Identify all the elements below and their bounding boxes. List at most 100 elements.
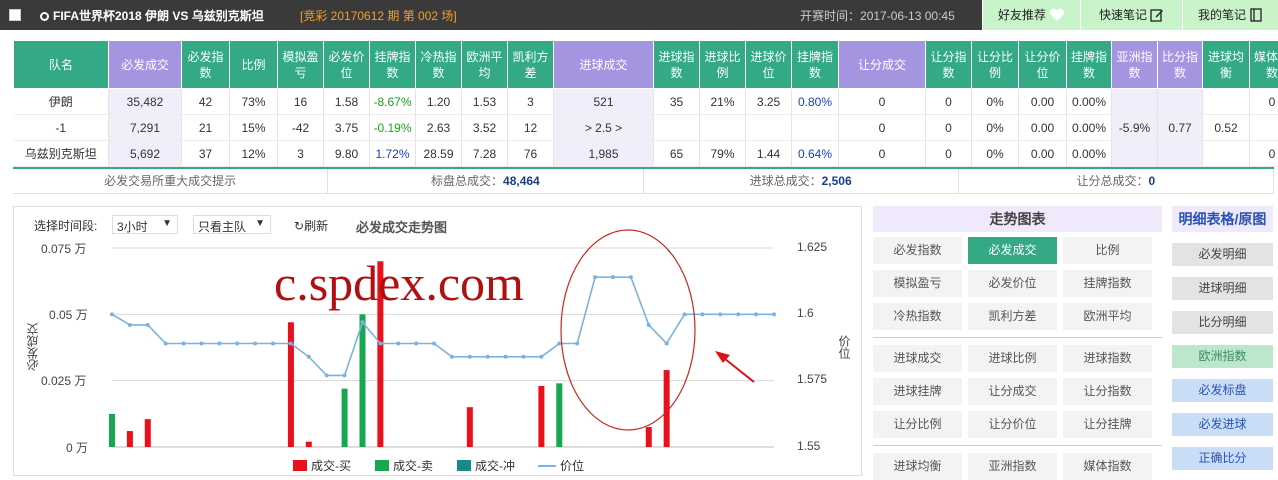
my-notes-button[interactable]: 我的笔记 [1182, 0, 1278, 30]
trend-option-button[interactable]: 模拟盈亏 [873, 270, 962, 297]
table-cell: 521 [554, 89, 654, 115]
table-cell: 0 [839, 89, 926, 115]
detail-link-button[interactable]: 进球明细 [1172, 277, 1273, 300]
table-cell [1203, 141, 1250, 167]
legend-sell-label: 成交-卖 [393, 459, 433, 473]
price-point [432, 342, 436, 346]
odds-table: 队名必发成交必发指数比例模拟盈亏必发价位挂牌指数冷热指数欧洲平均凯利方差进球成交… [13, 40, 1278, 167]
lottery-info: [竞彩 20170612 期 第 002 场] [300, 7, 457, 24]
trend-option-button[interactable]: 让分成交 [968, 378, 1057, 405]
column-header[interactable]: 凯利方差 [508, 41, 554, 89]
trend-option-button[interactable]: 欧洲平均 [1063, 303, 1152, 330]
detail-link-button[interactable]: 必发明细 [1172, 243, 1273, 266]
friend-recommend-button[interactable]: 好友推荐 [982, 0, 1080, 30]
table-cell: 3 [508, 89, 554, 115]
trend-option-button[interactable]: 让分指数 [1063, 378, 1152, 405]
detail-link-button[interactable]: 必发标盘 [1172, 379, 1273, 402]
detail-link-button[interactable]: 必发进球 [1172, 413, 1273, 436]
column-header[interactable]: 进球价位 [746, 41, 792, 89]
column-header[interactable]: 必发价位 [324, 41, 370, 89]
watermark: c.spdex.com [274, 254, 524, 312]
column-header[interactable]: 冷热指数 [416, 41, 462, 89]
column-header[interactable]: 进球指数 [654, 41, 700, 89]
column-header[interactable]: 必发成交 [109, 41, 182, 89]
kickoff: 开赛时间：2017-06-13 00:45 [800, 7, 955, 24]
column-header[interactable]: 进球均衡 [1203, 41, 1250, 89]
table-body: 伊朗35,4824273%161.58-8.67%1.201.533521352… [14, 89, 1278, 167]
trend-option-button[interactable]: 进球挂牌 [873, 378, 962, 405]
trend-option-button[interactable]: 比例 [1063, 237, 1152, 264]
table-cell [1203, 89, 1250, 115]
detail-link-button[interactable]: 正确比分 [1172, 447, 1273, 470]
table-cell: -8.67% [370, 89, 416, 115]
column-header[interactable]: 挂牌指数 [370, 41, 416, 89]
trend-option-button[interactable]: 进球比例 [968, 345, 1057, 372]
column-header[interactable]: 媒体指数 [1250, 41, 1278, 89]
trend-option-button[interactable]: 必发价位 [968, 270, 1057, 297]
trend-option-button[interactable]: 挂牌指数 [1063, 270, 1152, 297]
bar-buy [467, 407, 473, 447]
legend-hedge[interactable]: 成交-冲 [457, 457, 515, 474]
trend-option-button[interactable]: 让分价位 [968, 411, 1057, 438]
trend-option-button[interactable]: 进球指数 [1063, 345, 1152, 372]
trend-option-button[interactable]: 凯利方差 [968, 303, 1057, 330]
trend-option-button[interactable]: 冷热指数 [873, 303, 962, 330]
table-cell: 28.59 [416, 141, 462, 167]
summary-goal: 进球总成交：2,506 [644, 169, 959, 193]
column-header[interactable]: 队名 [14, 41, 109, 89]
trend-panel: 走势图表 必发指数必发成交比例模拟盈亏必发价位挂牌指数冷热指数凯利方差欧洲平均 … [873, 206, 1162, 480]
table-cell: 0.00% [1067, 89, 1112, 115]
legend-sell[interactable]: 成交-卖 [375, 457, 433, 474]
trend-option-button[interactable]: 必发成交 [968, 237, 1057, 264]
price-point [772, 312, 776, 316]
column-header[interactable]: 让分成交 [839, 41, 926, 89]
trend-group-2: 进球成交进球比例进球指数进球挂牌让分成交让分指数让分比例让分价位让分挂牌 [873, 345, 1162, 438]
column-header[interactable]: 进球比例 [700, 41, 746, 89]
trend-option-button[interactable]: 进球成交 [873, 345, 962, 372]
trend-option-button[interactable]: 必发指数 [873, 237, 962, 264]
top-bar: FIFA世界杯2018 伊朗 VS 乌兹别克斯坦 [竞彩 20170612 期 … [0, 0, 1278, 30]
trend-option-button[interactable]: 亚洲指数 [968, 453, 1057, 480]
column-header[interactable]: 亚洲指数 [1112, 41, 1158, 89]
column-header[interactable]: 挂牌指数 [1067, 41, 1112, 89]
detail-link-button[interactable]: 欧洲指数 [1172, 345, 1273, 368]
price-point [396, 342, 400, 346]
legend-price[interactable]: 价位 [538, 457, 584, 474]
table-cell: 73% [230, 89, 278, 115]
price-point [754, 312, 758, 316]
column-header[interactable]: 进球成交 [554, 41, 654, 89]
price-point [360, 320, 364, 324]
summary-total: 标盘总成交：48,464 [328, 169, 643, 193]
price-point [611, 275, 615, 279]
trend-option-button[interactable]: 让分比例 [873, 411, 962, 438]
column-header[interactable]: 比分指数 [1158, 41, 1203, 89]
column-header[interactable]: 必发指数 [182, 41, 230, 89]
price-point [235, 342, 239, 346]
bar-buy [127, 431, 133, 447]
select-checkbox[interactable] [9, 9, 21, 21]
clock-icon [40, 12, 49, 21]
table-cell [1158, 141, 1203, 167]
table-cell: 0.00 [1019, 141, 1067, 167]
column-header[interactable]: 让分比例 [972, 41, 1019, 89]
column-header[interactable]: 让分价位 [1019, 41, 1067, 89]
column-header[interactable]: 挂牌指数 [792, 41, 839, 89]
detail-link-button[interactable]: 比分明细 [1172, 311, 1273, 334]
legend-buy[interactable]: 成交-买 [293, 457, 351, 474]
price-point [128, 323, 132, 327]
table-cell: 37 [182, 141, 230, 167]
trend-option-button[interactable]: 让分挂牌 [1063, 411, 1152, 438]
table-cell: 乌兹别克斯坦 [14, 141, 109, 167]
column-header[interactable]: 模拟盈亏 [278, 41, 324, 89]
quick-note-button[interactable]: 快速笔记 [1080, 0, 1182, 30]
legend-price-label: 价位 [560, 459, 584, 473]
table-cell: 3.52 [462, 115, 508, 141]
column-header[interactable]: 比例 [230, 41, 278, 89]
trend-option-button[interactable]: 进球均衡 [873, 453, 962, 480]
price-point [343, 373, 347, 377]
legend-hedge-swatch [457, 460, 471, 471]
column-header[interactable]: 欧洲平均 [462, 41, 508, 89]
column-header[interactable]: 让分指数 [926, 41, 972, 89]
table-cell: 0.00% [1067, 115, 1112, 141]
trend-option-button[interactable]: 媒体指数 [1063, 453, 1152, 480]
